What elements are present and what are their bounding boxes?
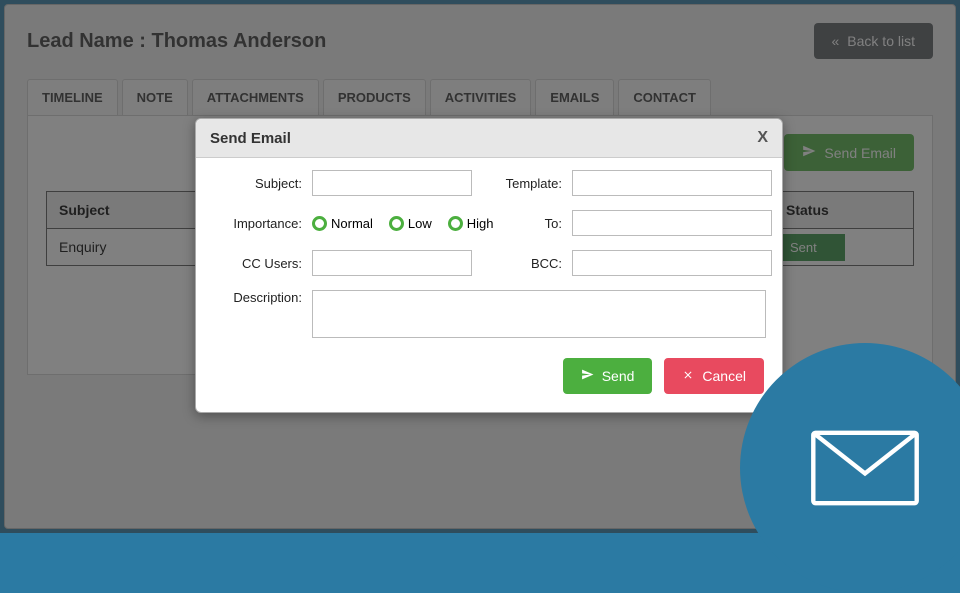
modal-cancel-button[interactable]: Cancel xyxy=(664,358,764,394)
importance-normal-radio[interactable]: Normal xyxy=(312,216,373,231)
template-input[interactable] xyxy=(572,170,772,196)
modal-title: Send Email xyxy=(210,130,291,147)
send-email-modal: Send Email X Subject: Template: Importan… xyxy=(195,118,783,413)
radio-icon xyxy=(312,216,327,231)
cc-input[interactable] xyxy=(312,250,472,276)
bcc-input[interactable] xyxy=(572,250,772,276)
modal-send-label: Send xyxy=(602,368,635,384)
cc-label: CC Users: xyxy=(212,256,302,271)
template-label: Template: xyxy=(482,176,562,191)
subject-label: Subject: xyxy=(212,176,302,191)
paper-plane-icon xyxy=(581,368,594,384)
modal-footer: Send Cancel xyxy=(196,344,782,412)
to-input[interactable] xyxy=(572,210,772,236)
envelope-icon xyxy=(810,428,920,508)
importance-group: Normal Low High xyxy=(312,216,472,231)
bcc-label: BCC: xyxy=(482,256,562,271)
importance-low-label: Low xyxy=(408,216,432,231)
description-label: Description: xyxy=(212,290,302,338)
radio-icon xyxy=(448,216,463,231)
close-x-icon xyxy=(682,368,694,384)
description-textarea[interactable] xyxy=(312,290,766,338)
modal-header: Send Email X xyxy=(196,119,782,158)
modal-cancel-label: Cancel xyxy=(702,368,746,384)
modal-body: Subject: Template: Importance: Normal Lo… xyxy=(196,158,782,344)
radio-icon xyxy=(389,216,404,231)
importance-low-radio[interactable]: Low xyxy=(389,216,432,231)
to-label: To: xyxy=(482,216,562,231)
importance-normal-label: Normal xyxy=(331,216,373,231)
modal-send-button[interactable]: Send xyxy=(563,358,653,394)
close-icon[interactable]: X xyxy=(757,129,768,147)
importance-label: Importance: xyxy=(212,216,302,231)
subject-input[interactable] xyxy=(312,170,472,196)
